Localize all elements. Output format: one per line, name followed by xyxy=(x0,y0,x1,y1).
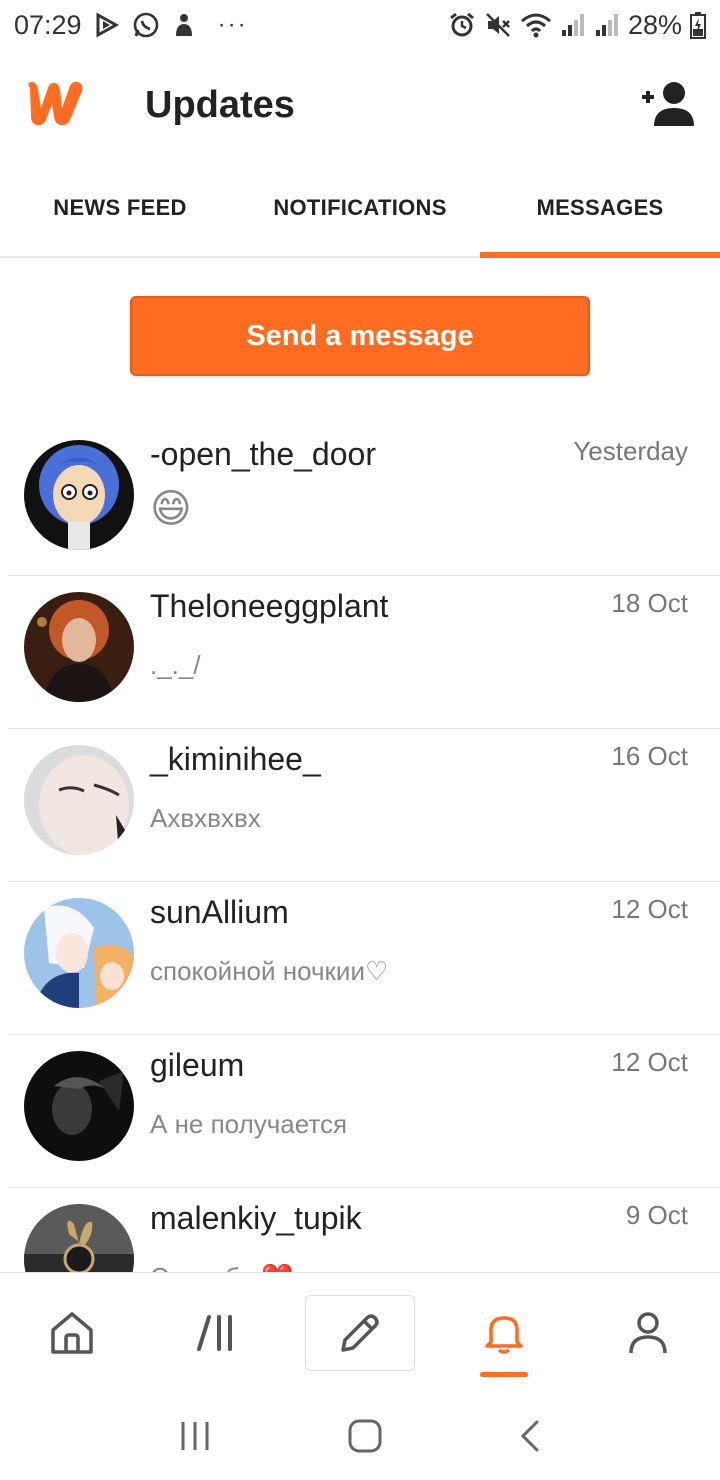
message-item[interactable]: gileum А не получается 12 Oct xyxy=(8,1035,720,1188)
message-date: 18 Oct xyxy=(611,588,688,618)
send-message-button[interactable]: Send a message xyxy=(130,296,590,376)
play-store-icon xyxy=(94,10,120,40)
page-title: Updates xyxy=(145,84,295,126)
message-preview: спокойной ночкии♡ xyxy=(150,956,389,986)
tab-messages[interactable]: MESSAGES xyxy=(480,160,720,258)
message-sender: gileum xyxy=(150,1047,245,1083)
app-header: Updates xyxy=(0,50,720,160)
status-time: 07:29 xyxy=(14,9,82,40)
message-item[interactable]: sunAllium спокойной ночкии♡ 12 Oct xyxy=(8,882,720,1035)
mute-icon xyxy=(484,10,512,40)
message-date: 12 Oct xyxy=(611,1047,688,1077)
message-preview: Спасибо ❤️ xyxy=(150,1262,294,1272)
tab-bar: NEWS FEED NOTIFICATIONS MESSAGES xyxy=(0,160,720,258)
message-sender: -open_the_door xyxy=(150,436,376,472)
avatar[interactable] xyxy=(24,1204,134,1272)
home-icon xyxy=(51,1311,93,1354)
battery-percent: 28% xyxy=(627,9,682,40)
bottom-nav xyxy=(0,1272,720,1392)
add-user-icon[interactable] xyxy=(640,80,696,128)
nav-home[interactable] xyxy=(0,1273,144,1393)
whatsapp-icon xyxy=(132,10,160,40)
nav-library[interactable] xyxy=(144,1273,288,1393)
message-item[interactable]: Theloneeggplant ._._/ 18 Oct xyxy=(8,576,720,729)
avatar[interactable] xyxy=(24,1051,134,1161)
nav-profile[interactable] xyxy=(576,1273,720,1393)
message-date: Yesterday xyxy=(573,436,688,466)
message-preview: А не получается xyxy=(150,1109,348,1139)
message-preview: ._._/ xyxy=(150,650,201,680)
message-preview: 😄 xyxy=(150,487,192,531)
bell-icon xyxy=(485,1315,523,1354)
pencil-icon xyxy=(341,1313,379,1352)
status-bar: 07:29 ··· 28% xyxy=(0,0,720,50)
back-icon[interactable] xyxy=(518,1419,542,1453)
write-button[interactable] xyxy=(305,1294,415,1371)
wifi-icon xyxy=(520,10,552,40)
avatar[interactable] xyxy=(24,745,134,855)
library-icon xyxy=(197,1314,232,1351)
avatar[interactable] xyxy=(24,592,134,702)
recent-apps-icon[interactable] xyxy=(178,1420,212,1452)
message-list: -open_the_door 😄 Yesterday Theloneeggpla… xyxy=(0,424,720,1272)
message-sender: Theloneeggplant xyxy=(150,588,389,624)
battery-charging-icon xyxy=(690,10,706,40)
profile-icon xyxy=(629,1311,667,1353)
alarm-icon xyxy=(448,10,476,40)
tab-notifications[interactable]: NOTIFICATIONS xyxy=(240,160,480,256)
system-nav-bar xyxy=(0,1392,720,1480)
nav-write[interactable] xyxy=(288,1273,432,1393)
message-preview: Ахвхвхвх xyxy=(150,803,261,833)
signal-icon-2 xyxy=(594,10,620,40)
more-notifications-icon: ··· xyxy=(217,11,248,38)
message-date: 12 Oct xyxy=(611,894,688,924)
avatar[interactable] xyxy=(24,440,134,550)
message-date: 9 Oct xyxy=(625,1200,688,1230)
avatar[interactable] xyxy=(24,898,134,1008)
message-item[interactable]: _kiminihee_ Ахвхвхвх 16 Oct xyxy=(8,729,720,882)
wattpad-logo-icon[interactable] xyxy=(24,78,88,128)
message-item[interactable]: malenkiy_tupik Спасибо ❤️ 9 Oct xyxy=(8,1188,720,1272)
message-sender: _kiminihee_ xyxy=(150,741,321,777)
home-button-icon[interactable] xyxy=(347,1418,383,1454)
message-sender: sunAllium xyxy=(150,894,289,930)
message-date: 16 Oct xyxy=(611,741,688,771)
app-notification-icon xyxy=(172,10,196,40)
message-item[interactable]: -open_the_door 😄 Yesterday xyxy=(8,424,720,576)
tab-news-feed[interactable]: NEWS FEED xyxy=(0,160,240,256)
message-sender: malenkiy_tupik xyxy=(150,1200,362,1236)
nav-notifications[interactable] xyxy=(432,1273,576,1393)
signal-icon xyxy=(560,10,586,40)
